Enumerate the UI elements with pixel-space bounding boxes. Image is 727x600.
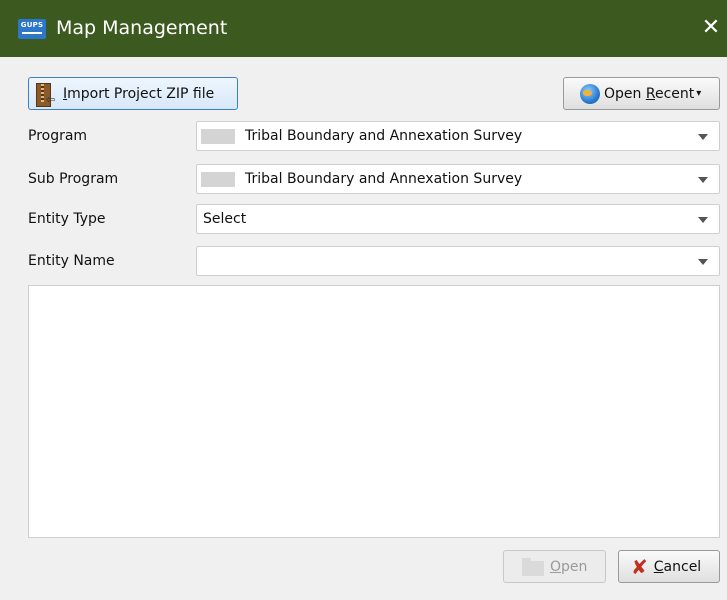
open-recent-button[interactable]: Open Recent ▾	[563, 77, 720, 110]
globe-icon	[580, 83, 600, 104]
program-select[interactable]: Tribal Boundary and Annexation Survey	[196, 121, 720, 151]
chevron-down-icon	[698, 134, 708, 140]
open-button-label: Open	[550, 558, 588, 575]
import-project-zip-button[interactable]: ⇦ Import Project ZIP file	[28, 77, 238, 110]
entity-type-label: Entity Type	[28, 211, 106, 227]
chevron-down-icon	[698, 259, 708, 265]
entity-name-select[interactable]	[196, 246, 720, 276]
program-swatch	[201, 129, 235, 144]
program-label: Program	[28, 128, 88, 144]
folder-icon	[522, 557, 544, 576]
app-logo-text: GUPS	[20, 21, 44, 29]
cancel-button-label: Cancel	[653, 558, 702, 575]
chevron-down-icon: ▾	[696, 88, 702, 99]
entity-name-label: Entity Name	[28, 253, 115, 269]
gups-logo-icon: GUPS	[18, 19, 46, 39]
map-list[interactable]	[28, 285, 720, 538]
sub-program-swatch	[201, 172, 235, 187]
x-mark-icon: ✘	[631, 554, 648, 579]
cancel-button[interactable]: ✘ Cancel	[618, 550, 720, 583]
open-button[interactable]: Open	[503, 550, 606, 583]
entity-type-select[interactable]: Select	[196, 204, 720, 234]
import-button-label: Import Project ZIP file	[63, 85, 215, 102]
program-value: Tribal Boundary and Annexation Survey	[245, 128, 523, 144]
entity-type-value: Select	[203, 211, 247, 227]
zip-file-icon: ⇦	[33, 81, 55, 107]
chevron-down-icon	[698, 177, 708, 183]
sub-program-value: Tribal Boundary and Annexation Survey	[245, 171, 523, 187]
title-bar: GUPS Map Management ✕	[0, 0, 727, 57]
window-title: Map Management	[56, 17, 228, 39]
chevron-down-icon	[698, 217, 708, 223]
open-recent-label: Open Recent	[604, 85, 695, 102]
close-icon[interactable]: ✕	[698, 15, 724, 41]
sub-program-select[interactable]: Tribal Boundary and Annexation Survey	[196, 164, 720, 194]
sub-program-label: Sub Program	[28, 171, 119, 187]
